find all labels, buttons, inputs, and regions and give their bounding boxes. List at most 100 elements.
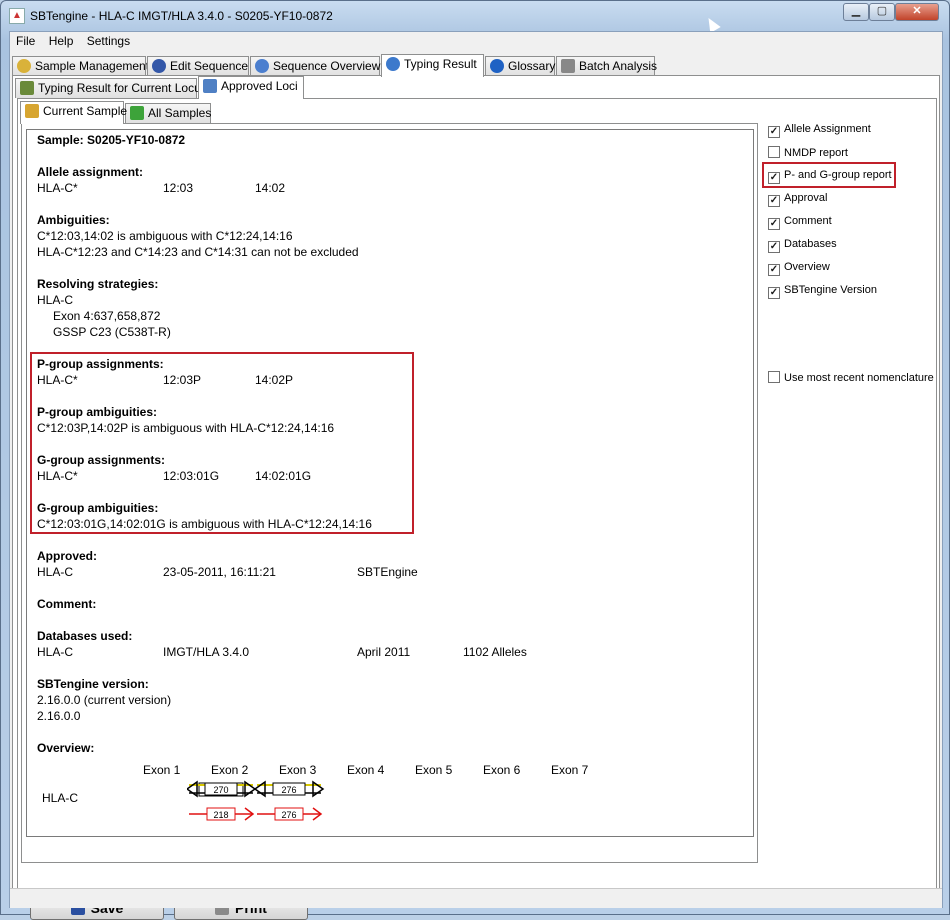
main-tab-strip: Sample Management Edit Sequence Sequence… bbox=[12, 54, 940, 77]
p-group-heading: P-group assignments: bbox=[37, 357, 164, 371]
current-sample-panel: Sample: S0205-YF10-0872 Allele assignmen… bbox=[21, 123, 758, 863]
version-2: 2.16.0.0 bbox=[37, 709, 81, 723]
version-1: 2.16.0.0 (current version) bbox=[37, 693, 172, 707]
tab-approved-loci[interactable]: Approved Loci bbox=[198, 76, 304, 99]
exon-6-label: Exon 6 bbox=[483, 763, 521, 777]
databases-row: HLA-C IMGT/HLA 3.4.0 April 2011 1102 All… bbox=[37, 645, 737, 659]
sample-management-icon bbox=[17, 59, 31, 73]
version-heading: SBTengine version: bbox=[37, 677, 149, 691]
edit-sequence-icon bbox=[152, 59, 166, 73]
option-allele-assignment[interactable]: ✓ Allele Assignment bbox=[768, 123, 871, 138]
option-databases[interactable]: ✓ Databases bbox=[768, 238, 837, 253]
forward-read-exon2: 270 bbox=[187, 780, 257, 798]
locus-value: HLA-C* bbox=[37, 469, 78, 483]
p-group-2-value: 14:02P bbox=[255, 373, 294, 387]
option-sbtengine-version[interactable]: ✓ SBTengine Version bbox=[768, 284, 877, 299]
checkbox-overview[interactable]: ✓ bbox=[768, 264, 780, 276]
locus-icon bbox=[20, 81, 34, 95]
approved-icon bbox=[203, 79, 217, 93]
resolving-2: GSSP C23 (C538T-R) bbox=[53, 325, 171, 339]
tab-label: Sequence Overview bbox=[273, 59, 381, 73]
option-approval[interactable]: ✓ Approval bbox=[768, 192, 827, 207]
forward-read-exon3-label: 276 bbox=[281, 785, 296, 795]
maximize-button[interactable]: ▢ bbox=[869, 3, 895, 21]
sample-tab-strip: Current Sample All Samples bbox=[20, 101, 320, 124]
forward-read-exon2-label: 270 bbox=[213, 785, 228, 795]
option-recent-nomenclature[interactable]: Use most recent nomenclature bbox=[768, 371, 934, 384]
option-nmdp-report[interactable]: NMDP report bbox=[768, 146, 848, 159]
g-group-heading: G-group assignments: bbox=[37, 453, 166, 467]
ambiguities-heading: Ambiguities: bbox=[37, 213, 110, 227]
checkbox-comment[interactable]: ✓ bbox=[768, 218, 780, 230]
checkbox-allele-assignment[interactable]: ✓ bbox=[768, 126, 780, 138]
allele-2-value: 14:02 bbox=[255, 181, 286, 195]
tab-label: All Samples bbox=[148, 106, 212, 120]
locus-value: HLA-C bbox=[37, 565, 74, 579]
option-overview[interactable]: ✓ Overview bbox=[768, 261, 830, 276]
app-icon: ▲ bbox=[9, 8, 25, 24]
g-group-row: HLA-C* 12:03:01G 14:02:01G bbox=[37, 469, 737, 483]
g-group-ambiguity-1: C*12:03:01G,14:02:01G is ambiguous with … bbox=[37, 517, 372, 531]
tab-glossary[interactable]: Glossary bbox=[485, 56, 555, 76]
allele-heading: Allele assignment: bbox=[37, 165, 144, 179]
option-label: SBTengine Version bbox=[784, 284, 877, 296]
p-group-1-value: 12:03P bbox=[163, 373, 202, 387]
p-group-ambiguity-1: C*12:03P,14:02P is ambiguous with HLA-C*… bbox=[37, 421, 335, 435]
sub-tab-strip: Typing Result for Current Locus Approved… bbox=[15, 76, 915, 99]
tab-label: Glossary bbox=[508, 59, 556, 73]
tab-batch-analysis[interactable]: Batch Analysis bbox=[556, 56, 657, 76]
close-button[interactable]: ✕ bbox=[895, 3, 939, 21]
tab-label: Typing Result bbox=[404, 57, 477, 71]
checkbox-databases[interactable]: ✓ bbox=[768, 241, 780, 253]
option-comment[interactable]: ✓ Comment bbox=[768, 215, 832, 230]
approved-row: HLA-C 23-05-2011, 16:11:21 SBTEngine bbox=[37, 565, 737, 579]
approved-date-value: 23-05-2011, 16:11:21 bbox=[163, 565, 276, 579]
sequence-overview-icon bbox=[255, 59, 269, 73]
typing-result-panel: Typing Result for Current Locus Approved… bbox=[12, 75, 940, 920]
reverse-read-exon3: 276 bbox=[257, 807, 323, 821]
comment-heading: Comment: bbox=[37, 597, 97, 611]
option-label: Databases bbox=[784, 238, 837, 250]
tab-current-sample[interactable]: Current Sample bbox=[20, 101, 128, 124]
title-bar[interactable]: ▲ SBTengine - HLA-C IMGT/HLA 3.4.0 - S02… bbox=[1, 1, 949, 34]
menu-file[interactable]: File bbox=[10, 32, 35, 48]
reverse-read-exon2: 218 bbox=[189, 807, 255, 821]
checkbox-recent-nomenclature[interactable] bbox=[768, 371, 780, 383]
tab-label: Typing Result for Current Locus bbox=[38, 81, 207, 95]
exon-3-label: Exon 3 bbox=[279, 763, 317, 777]
menu-settings[interactable]: Settings bbox=[81, 32, 130, 48]
window-title: SBTengine - HLA-C IMGT/HLA 3.4.0 - S0205… bbox=[30, 9, 333, 23]
option-label: Allele Assignment bbox=[784, 123, 871, 135]
checkbox-sbtengine-version[interactable]: ✓ bbox=[768, 287, 780, 299]
tab-typing-result-current-locus[interactable]: Typing Result for Current Locus bbox=[15, 78, 207, 98]
option-label: Overview bbox=[784, 261, 830, 273]
forward-read-exon3: 276 bbox=[253, 780, 325, 798]
minimize-button[interactable]: ▁ bbox=[843, 3, 869, 21]
exon-4-label: Exon 4 bbox=[347, 763, 385, 777]
menu-bar: File Help Settings bbox=[10, 32, 942, 52]
reverse-read-exon2-label: 218 bbox=[213, 810, 228, 820]
highlight-box-option bbox=[762, 162, 896, 188]
resolving-heading: Resolving strategies: bbox=[37, 277, 159, 291]
checkbox-nmdp-report[interactable] bbox=[768, 146, 780, 158]
exon-1-label: Exon 1 bbox=[143, 763, 181, 777]
approved-loci-panel: Current Sample All Samples Sample: S0205… bbox=[17, 98, 937, 920]
tab-sample-management[interactable]: Sample Management bbox=[12, 56, 150, 76]
tab-all-samples[interactable]: All Samples bbox=[125, 103, 211, 123]
tab-label: Current Sample bbox=[43, 104, 128, 118]
menu-help[interactable]: Help bbox=[43, 32, 74, 48]
all-samples-icon bbox=[130, 106, 144, 120]
tab-typing-result[interactable]: Typing Result bbox=[381, 54, 484, 77]
overview-heading: Overview: bbox=[37, 741, 95, 755]
locus-value: HLA-C bbox=[37, 645, 74, 659]
database-name-value: IMGT/HLA 3.4.0 bbox=[163, 645, 250, 659]
locus-value: HLA-C* bbox=[37, 373, 78, 387]
option-label: Approval bbox=[784, 192, 828, 204]
tab-label: Sample Management bbox=[35, 59, 150, 73]
tab-edit-sequence[interactable]: Edit Sequence bbox=[147, 56, 249, 76]
status-bar bbox=[10, 888, 942, 908]
tab-sequence-overview[interactable]: Sequence Overview bbox=[250, 56, 380, 76]
report-view[interactable]: Sample: S0205-YF10-0872 Allele assignmen… bbox=[26, 129, 754, 837]
app-window: ▲ SBTengine - HLA-C IMGT/HLA 3.4.0 - S02… bbox=[0, 0, 950, 920]
checkbox-approval[interactable]: ✓ bbox=[768, 195, 780, 207]
